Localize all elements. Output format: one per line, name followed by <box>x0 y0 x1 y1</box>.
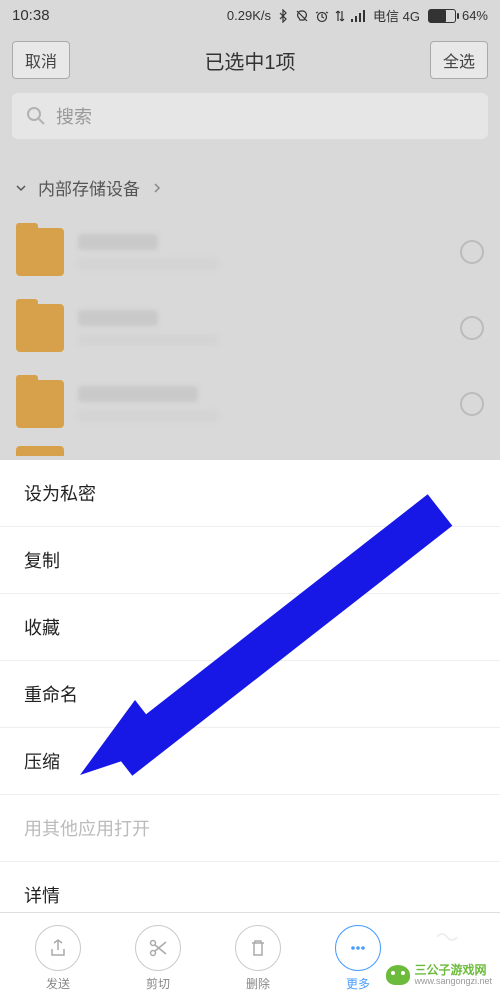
cancel-button[interactable]: 取消 <box>12 41 70 79</box>
menu-favorite[interactable]: 收藏 <box>0 594 500 661</box>
status-time: 10:38 <box>12 7 50 24</box>
menu-copy[interactable]: 复制 <box>0 527 500 594</box>
more-icon <box>348 938 368 958</box>
select-all-button[interactable]: 全选 <box>430 41 488 79</box>
bluetooth-icon <box>277 9 289 23</box>
data-transfer-icon <box>335 9 345 23</box>
folder-icon <box>16 380 64 428</box>
folder-icon <box>16 228 64 276</box>
menu-set-private[interactable]: 设为私密 <box>0 460 500 527</box>
delete-button[interactable]: 删除 <box>235 925 281 992</box>
search-input[interactable]: 搜索 <box>12 93 488 139</box>
share-icon <box>48 938 68 958</box>
folder-icon <box>16 304 64 352</box>
carrier-label: 电信 4G <box>373 6 420 25</box>
breadcrumb-path: 内部存储设备 <box>38 175 140 200</box>
status-bar: 10:38 0.29K/s 电信 4G 64% <box>0 0 500 31</box>
file-item[interactable] <box>12 214 488 290</box>
signal-icon <box>351 10 367 22</box>
breadcrumb[interactable]: 内部存储设备 <box>0 157 500 214</box>
select-radio[interactable] <box>460 392 484 416</box>
trash-icon <box>248 938 268 958</box>
more-button[interactable]: 更多 <box>335 925 381 992</box>
select-radio[interactable] <box>460 316 484 340</box>
menu-open-with[interactable]: 用其他应用打开 <box>0 795 500 862</box>
battery-icon <box>428 9 456 23</box>
file-item[interactable] <box>12 366 488 442</box>
menu-rename[interactable]: 重命名 <box>0 661 500 728</box>
chevron-right-icon <box>150 181 164 195</box>
network-speed: 0.29K/s <box>227 8 271 23</box>
alarm-icon <box>315 9 329 23</box>
search-icon <box>26 106 46 126</box>
watermark-logo-icon <box>386 965 410 985</box>
watermark: 三公子游戏网 www.sangongzi.net <box>386 964 492 986</box>
chevron-down-icon <box>14 181 28 195</box>
mute-icon <box>295 9 309 23</box>
battery-percent: 64% <box>462 8 488 23</box>
cut-button[interactable]: 剪切 <box>135 925 181 992</box>
send-button[interactable]: 发送 <box>35 925 81 992</box>
scissors-icon <box>148 938 168 958</box>
action-sheet: 设为私密 复制 收藏 重命名 压缩 用其他应用打开 详情 发送 剪切 删除 更多 <box>0 460 500 1000</box>
menu-compress[interactable]: 压缩 <box>0 728 500 795</box>
page-title: 已选中1项 <box>204 46 295 75</box>
select-radio[interactable] <box>460 240 484 264</box>
search-placeholder: 搜索 <box>56 103 92 129</box>
file-item[interactable] <box>12 290 488 366</box>
bottom-toolbar: 发送 剪切 删除 更多 <box>0 912 500 1000</box>
